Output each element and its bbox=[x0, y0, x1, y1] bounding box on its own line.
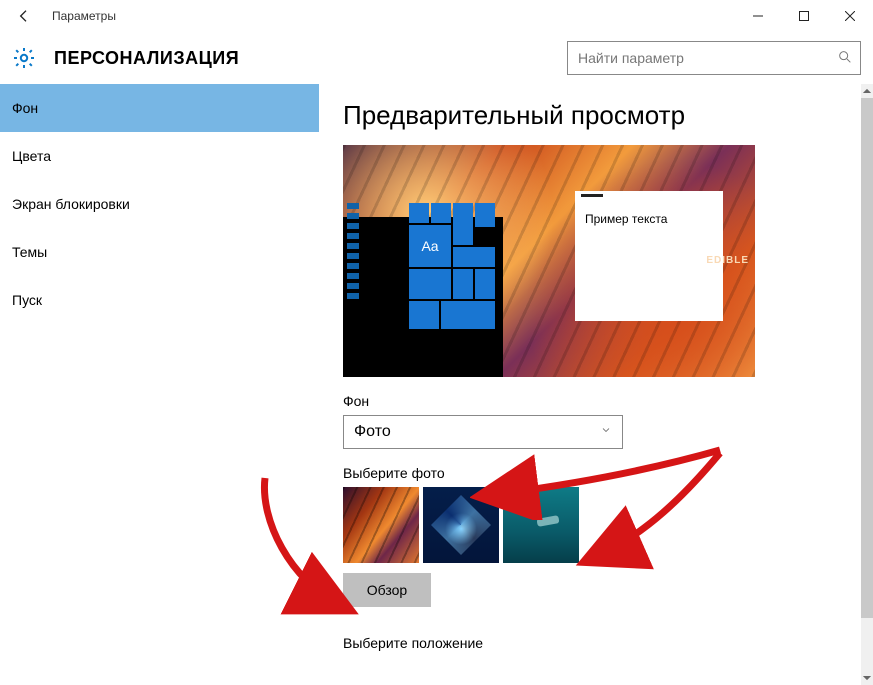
close-button[interactable] bbox=[827, 0, 873, 32]
choose-photo-label: Выберите фото bbox=[343, 465, 839, 481]
desktop-preview: Aa Пример текста EDIBLE bbox=[343, 145, 755, 377]
browse-button[interactable]: Обзор bbox=[343, 573, 431, 607]
background-label: Фон bbox=[343, 393, 839, 409]
dropdown-value: Фото bbox=[354, 423, 391, 441]
sidebar-item-label: Экран блокировки bbox=[12, 196, 130, 212]
sidebar-item-background[interactable]: Фон bbox=[0, 84, 319, 132]
search-box bbox=[567, 41, 861, 75]
photo-thumbnails bbox=[343, 487, 839, 563]
preview-tile-aa: Aa bbox=[409, 225, 451, 267]
search-icon bbox=[837, 49, 853, 65]
thumb-win10[interactable] bbox=[423, 487, 499, 563]
sidebar-item-label: Пуск bbox=[12, 292, 42, 308]
titlebar: Параметры bbox=[0, 0, 873, 32]
content: Предварительный просмотр Aa bbox=[319, 84, 839, 651]
sidebar-item-themes[interactable]: Темы bbox=[0, 228, 319, 276]
header-row: ПЕРСОНАЛИЗАЦИЯ bbox=[0, 32, 873, 84]
scroll-thumb[interactable] bbox=[861, 98, 873, 618]
vertical-scrollbar[interactable] bbox=[861, 84, 873, 685]
window-controls bbox=[735, 0, 873, 32]
maximize-button[interactable] bbox=[781, 0, 827, 32]
minimize-button[interactable] bbox=[735, 0, 781, 32]
preview-tiles: Aa bbox=[409, 203, 499, 353]
sidebar-item-lockscreen[interactable]: Экран блокировки bbox=[0, 180, 319, 228]
sidebar-item-label: Цвета bbox=[12, 148, 51, 164]
preview-sample-window: Пример текста bbox=[575, 191, 723, 321]
preview-overlay-word: EDIBLE bbox=[706, 255, 749, 266]
scroll-down-arrow[interactable] bbox=[861, 671, 873, 685]
chevron-down-icon bbox=[600, 423, 612, 441]
gear-icon bbox=[12, 46, 36, 70]
preview-sample-text: Пример текста bbox=[575, 204, 723, 234]
search-input[interactable] bbox=[567, 41, 861, 75]
sidebar: Фон Цвета Экран блокировки Темы Пуск bbox=[0, 84, 319, 685]
sidebar-item-label: Темы bbox=[12, 244, 47, 260]
sidebar-item-start[interactable]: Пуск bbox=[0, 276, 319, 324]
sidebar-item-colors[interactable]: Цвета bbox=[0, 132, 319, 180]
preview-heading: Предварительный просмотр bbox=[343, 100, 839, 131]
back-button[interactable] bbox=[8, 0, 40, 32]
scroll-up-arrow[interactable] bbox=[861, 84, 873, 98]
background-dropdown[interactable]: Фото bbox=[343, 415, 623, 449]
preview-start-list bbox=[347, 203, 359, 303]
thumb-ocean[interactable] bbox=[503, 487, 579, 563]
choose-fit-label: Выберите положение bbox=[343, 635, 839, 651]
thumb-blank[interactable] bbox=[583, 487, 659, 563]
thumb-canyon[interactable] bbox=[343, 487, 419, 563]
sidebar-item-label: Фон bbox=[12, 100, 38, 116]
section-title: ПЕРСОНАЛИЗАЦИЯ bbox=[54, 48, 239, 69]
window-title: Параметры bbox=[52, 9, 116, 23]
